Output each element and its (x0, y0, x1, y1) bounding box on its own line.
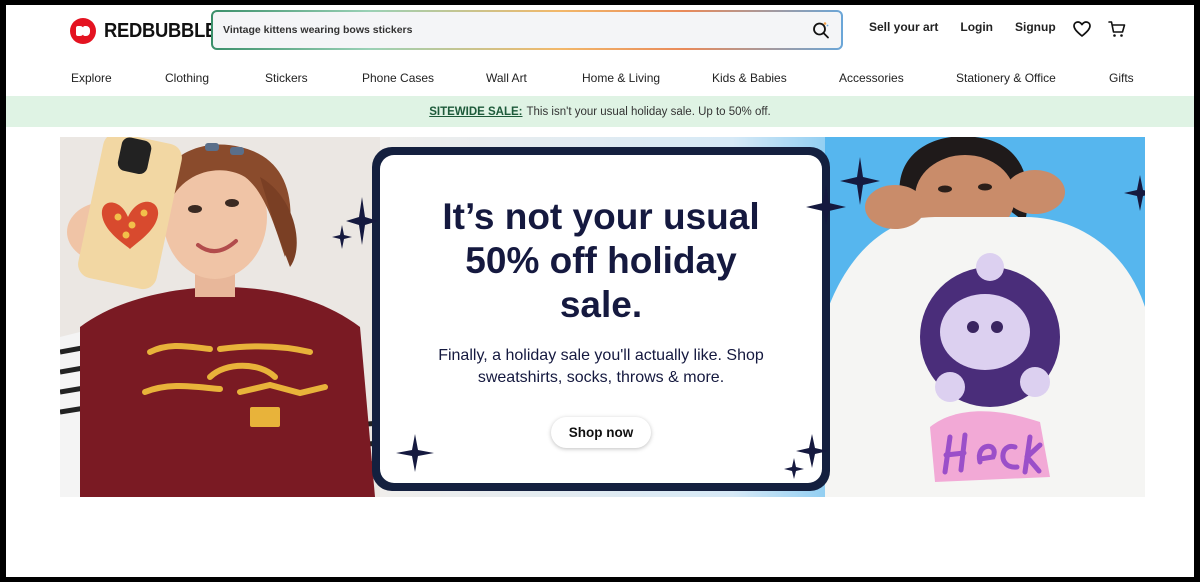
logo-text: REDBUBBLE (104, 19, 218, 42)
nav-item-home-living[interactable]: Home & Living (582, 71, 660, 85)
sparkle-icon (784, 434, 828, 479)
nav-item-explore[interactable]: Explore (71, 71, 112, 85)
redbubble-logo[interactable]: REDBUBBLE (70, 17, 227, 45)
search-icon[interactable] (811, 20, 831, 40)
hero-banner[interactable]: It’s not your usual 50% off holiday sale… (60, 137, 1145, 497)
hero-photo-left (60, 137, 380, 497)
shop-now-button[interactable]: Shop now (550, 417, 652, 448)
nav-item-wall-art[interactable]: Wall Art (486, 71, 527, 85)
category-nav: Explore Clothing Stickers Phone Cases Wa… (6, 71, 1194, 87)
sparkle-icon (332, 197, 378, 249)
hero-title: It’s not your usual 50% off holiday sale… (442, 196, 760, 325)
sale-banner-text: This isn't your usual holiday sale. Up t… (526, 105, 771, 118)
sparkle-icon (806, 157, 880, 225)
sparkle-icon (1124, 175, 1145, 211)
sell-your-art-link[interactable]: Sell your art (869, 20, 938, 34)
hero-card: It’s not your usual 50% off holiday sale… (380, 155, 822, 483)
cart-icon[interactable] (1107, 19, 1127, 39)
page-frame: REDBUBBLE Sell your art Login Signup (6, 5, 1194, 577)
signup-link[interactable]: Signup (1015, 20, 1056, 34)
search-bar[interactable] (211, 10, 843, 50)
nav-item-clothing[interactable]: Clothing (165, 71, 209, 85)
heart-icon[interactable] (1072, 19, 1092, 39)
logo-mark-icon (70, 18, 96, 44)
nav-item-gifts[interactable]: Gifts (1109, 71, 1134, 85)
search-input[interactable] (223, 24, 811, 36)
hero-subtitle: Finally, a holiday sale you'll actually … (438, 347, 764, 386)
sitewide-sale-banner[interactable]: SITEWIDE SALE: This isn't your usual hol… (6, 96, 1194, 127)
sparkle-icon (396, 434, 434, 472)
nav-item-phone-cases[interactable]: Phone Cases (362, 71, 434, 85)
sale-banner-strong[interactable]: SITEWIDE SALE: (429, 106, 522, 118)
top-links: Sell your art Login Signup (869, 20, 1056, 34)
login-link[interactable]: Login (960, 20, 993, 34)
nav-item-stationery-office[interactable]: Stationery & Office (956, 71, 1056, 85)
nav-item-accessories[interactable]: Accessories (839, 71, 904, 85)
nav-item-kids-babies[interactable]: Kids & Babies (712, 71, 787, 85)
nav-item-stickers[interactable]: Stickers (265, 71, 308, 85)
